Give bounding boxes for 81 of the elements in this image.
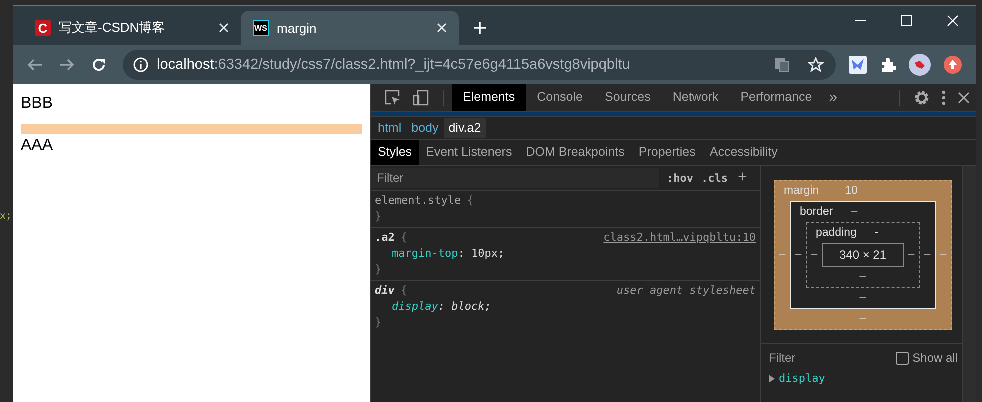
info-icon <box>133 56 149 72</box>
box-value: – <box>778 249 787 261</box>
brace-text: { <box>400 283 408 299</box>
breadcrumb[interactable]: div.a2 <box>444 118 486 138</box>
panel-tab[interactable]: Accessibility <box>702 140 785 165</box>
more-options-icon[interactable] <box>942 90 946 106</box>
selector-text: div <box>375 283 395 299</box>
box-value: – <box>810 249 819 261</box>
filter-field[interactable]: Filter <box>371 168 659 188</box>
selector-text: .a2 <box>375 230 395 246</box>
box-value: – <box>907 249 916 261</box>
brace-text: } <box>375 262 383 278</box>
panel-tab[interactable]: Event Listeners <box>419 140 520 165</box>
device-icon[interactable] <box>413 90 429 106</box>
box-value: – <box>939 249 948 261</box>
box-label: margin <box>784 185 820 197</box>
brace-text: } <box>375 315 383 331</box>
tab-title: 写文章-CSDN博客 <box>59 19 166 37</box>
box-value: 10 <box>845 185 858 197</box>
scrollbar[interactable] <box>962 166 976 402</box>
box-value: – <box>860 271 866 283</box>
brace-text: { <box>400 230 408 246</box>
address-bar[interactable]: localhost:63342/study/css7/class2.html?_ijt=4c57e6g4115a6vstg8vipqbltu <box>123 50 836 80</box>
new-rule-button[interactable]: + <box>738 169 748 187</box>
box-value: – <box>860 313 866 325</box>
devtools-tab[interactable]: Performance <box>730 84 824 111</box>
back-icon[interactable] <box>27 56 43 72</box>
devtools-tab[interactable]: Console <box>526 84 594 111</box>
bird-extension-icon[interactable] <box>849 56 867 74</box>
breadcrumb[interactable]: html <box>373 118 407 138</box>
update-icon[interactable] <box>944 56 962 74</box>
source-text: user agent stylesheet <box>616 283 756 299</box>
devtools-tab[interactable]: Network <box>662 84 730 111</box>
box-value: - <box>874 227 879 239</box>
url-text: localhost:63342/study/css7/class2.html?_ijt=4c57e6g4115a6vstg8vipqbltu <box>157 56 630 72</box>
box-value: – <box>794 249 803 261</box>
brace-text: { <box>467 193 474 209</box>
box-value: – <box>860 292 866 304</box>
brace-text: } <box>375 209 383 225</box>
inspect-icon[interactable] <box>385 90 401 106</box>
box-label: padding <box>816 227 857 239</box>
devtools-tab[interactable]: Sources <box>594 84 662 111</box>
selector-text: element.style <box>375 193 462 209</box>
page-text: BBB <box>21 94 54 113</box>
more-tabs-button[interactable]: » <box>829 89 838 106</box>
puzzle-icon[interactable] <box>880 56 896 72</box>
settings-icon[interactable] <box>914 90 930 106</box>
close-icon[interactable] <box>958 92 970 104</box>
source-link[interactable]: class2.html…vipqbltu:10 <box>604 230 756 246</box>
box-label: border <box>800 206 834 218</box>
checkbox[interactable] <box>896 352 909 364</box>
declaration: display: block; <box>391 299 492 315</box>
expand-icon[interactable] <box>769 374 775 382</box>
browser-tab[interactable]: WS margin <box>241 11 459 45</box>
favicon-icon: WS <box>253 20 269 36</box>
cls-button[interactable]: .cls <box>702 172 728 184</box>
favicon-icon: C <box>35 20 51 36</box>
tab-title: margin <box>277 20 318 36</box>
page-text: AAA <box>21 136 54 155</box>
browser-tab[interactable]: C 写文章-CSDN博客 <box>23 11 241 45</box>
devtools-tab[interactable]: Elements <box>452 84 526 111</box>
filter-field[interactable]: Filter <box>767 350 881 366</box>
box-value: – <box>923 249 932 261</box>
reload-icon[interactable] <box>91 56 107 72</box>
property-name: display <box>779 372 826 385</box>
panel-tab[interactable]: DOM Breakpoints <box>519 140 632 165</box>
avatar-icon[interactable] <box>909 54 931 76</box>
content-box: 340 × 21 <box>822 243 904 267</box>
declaration: margin-top: 10px; <box>391 246 506 262</box>
checkbox-label: Show all <box>912 351 958 365</box>
code-text: x; <box>0 212 12 223</box>
breadcrumb[interactable]: body <box>406 118 444 138</box>
forward-icon[interactable] <box>59 56 75 72</box>
translate-icon[interactable] <box>774 56 790 72</box>
new-tab-icon[interactable] <box>473 21 487 35</box>
panel-tab[interactable]: Styles <box>371 140 420 165</box>
star-icon[interactable] <box>808 56 824 72</box>
maximize-icon[interactable] <box>901 15 913 27</box>
panel-tab[interactable]: Properties <box>632 140 703 165</box>
hov-button[interactable]: :hov <box>667 172 694 184</box>
box-value: – <box>851 206 858 218</box>
